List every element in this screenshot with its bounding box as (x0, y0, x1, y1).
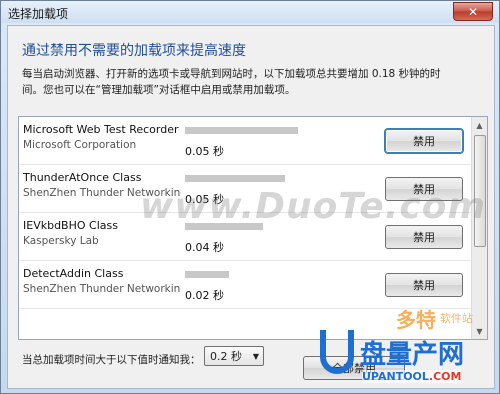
dialog-description: 每当启动浏览器、打开新的选项卡或导航到网站时，以下加载项总共要增加 0.18 秒… (22, 68, 441, 96)
addon-list: Microsoft Web Test Recorder Microsoft Co… (18, 116, 488, 340)
dialog-heading: 通过禁用不需要的加载项来提高速度 (22, 43, 246, 59)
disable-all-button[interactable]: 全部禁用 (303, 356, 405, 380)
addon-name: Microsoft Web Test Recorder (23, 123, 179, 136)
row-divider (19, 308, 481, 309)
addon-name: DetectAddin Class (23, 267, 124, 280)
chevron-down-icon: ▼ (252, 352, 259, 361)
scroll-up-icon[interactable]: ▲ (474, 119, 485, 131)
addon-publisher: ShenZhen Thunder Networking (23, 283, 181, 295)
disable-button[interactable]: 禁用 (385, 129, 463, 153)
disable-button[interactable]: 禁用 (385, 273, 463, 297)
addon-row: Microsoft Web Test Recorder Microsoft Co… (19, 117, 481, 165)
load-time-bar (185, 175, 285, 182)
load-time-bar (185, 127, 298, 134)
addon-name: IEVkbdBHO Class (23, 219, 118, 232)
load-time: 0.04 秒 (185, 241, 224, 254)
threshold-label: 当总加载项时间大于以下值时通知我： (22, 354, 201, 366)
addon-row: DetectAddin Class ShenZhen Thunder Netwo… (19, 261, 481, 309)
threshold-value: 0.2 秒 (210, 350, 242, 363)
close-button[interactable]: ✕ (453, 2, 493, 21)
addon-name: ThunderAtOnce Class (23, 171, 142, 184)
title-bar[interactable]: 选择加载项 ✕ (1, 1, 499, 23)
duote-watermark: www.DuoTe.com (140, 186, 486, 227)
disable-button[interactable]: 禁用 (385, 225, 463, 249)
addon-publisher: Kaspersky Lab (23, 235, 99, 247)
close-icon: ✕ (467, 4, 479, 19)
scroll-down-icon[interactable]: ▼ (474, 325, 485, 337)
load-time: 0.05 秒 (185, 145, 224, 158)
window-title: 选择加载项 (8, 7, 69, 21)
list-scrollbar[interactable]: ▲ ▼ (471, 117, 487, 339)
load-time: 0.02 秒 (185, 289, 224, 302)
load-time-bar (185, 271, 229, 278)
threshold-select[interactable]: 0.2 秒 ▼ (204, 346, 264, 366)
addon-publisher: Microsoft Corporation (23, 139, 137, 151)
